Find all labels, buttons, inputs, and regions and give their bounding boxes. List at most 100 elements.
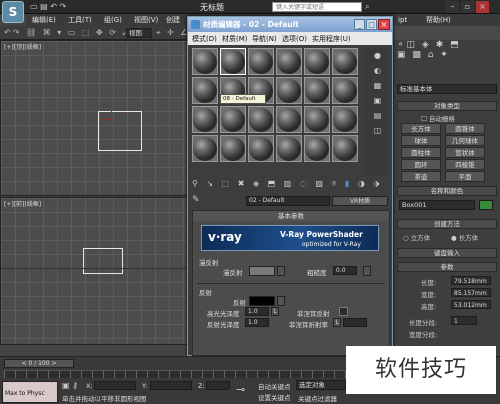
menu-help[interactable]: 帮助(H)	[426, 14, 451, 26]
torus-button[interactable]: 圆环	[401, 159, 441, 170]
viewport-top-label[interactable]: [+][顶][线框]	[4, 42, 41, 51]
close-icon[interactable]: ×	[476, 1, 489, 13]
search-icon[interactable]: ⌕	[365, 2, 369, 12]
object-color-swatch[interactable]	[479, 200, 493, 210]
creation-icons[interactable]: ⚬◫ ◈ ✱ ⬒ ▣ ▩ ⌂ ✦	[397, 40, 497, 62]
background-icon[interactable]: ▦	[372, 80, 383, 91]
material-sample-slot[interactable]	[332, 106, 358, 133]
minimize-icon[interactable]: –	[446, 1, 459, 13]
height-field[interactable]: 53.012mm	[451, 300, 491, 309]
x-coord-field[interactable]	[94, 381, 136, 390]
object-name-input[interactable]: Box001	[399, 200, 475, 210]
me-menu-options[interactable]: 选项(O)	[282, 34, 307, 44]
material-sample-slot[interactable]	[332, 48, 358, 75]
diffuse-color-swatch[interactable]	[249, 266, 275, 276]
sphere-button[interactable]: 球体	[401, 135, 441, 146]
material-sample-slot[interactable]	[220, 48, 246, 75]
track-bar[interactable]	[4, 370, 392, 378]
viewport-front[interactable]	[0, 197, 192, 345]
key-icon[interactable]: ⊸	[236, 383, 245, 396]
selection-lock-icon[interactable]: ▣ ⚷	[62, 381, 78, 390]
material-sample-slot[interactable]	[304, 106, 330, 133]
sample-type-icon[interactable]: ●	[372, 50, 383, 61]
fresnel-checkbox[interactable]	[339, 307, 348, 316]
roughness-field[interactable]: 0.0	[333, 266, 357, 275]
material-sample-slot[interactable]	[192, 77, 218, 104]
material-sample-slot[interactable]	[276, 77, 302, 104]
menu-create[interactable]: 创建	[166, 14, 180, 26]
material-sample-slot[interactable]	[276, 106, 302, 133]
material-sample-slot[interactable]	[192, 106, 218, 133]
menu-tools[interactable]: 工具(T)	[68, 14, 92, 26]
menu-group[interactable]: 组(G)	[104, 14, 122, 26]
fresnel-ior-field[interactable]	[343, 318, 367, 327]
viewport-top[interactable]	[0, 40, 192, 196]
highlight-lock-button[interactable]: L	[271, 307, 279, 316]
geosphere-button[interactable]: 几何球体	[445, 135, 485, 146]
menu-edit[interactable]: 编辑(E)	[32, 14, 56, 26]
teapot-button[interactable]: 茶壶	[401, 171, 441, 182]
material-sample-slot[interactable]	[248, 106, 274, 133]
width-field[interactable]: 85.157mm	[451, 288, 491, 297]
reflect-gloss-field[interactable]: 1.0	[245, 318, 269, 327]
material-sample-slot[interactable]	[304, 48, 330, 75]
diffuse-map-button[interactable]	[277, 266, 285, 276]
me-maximize-icon[interactable]: □	[366, 19, 377, 30]
search-input[interactable]: 键入关键字或短语	[272, 2, 362, 12]
video-check-icon[interactable]: ▤	[372, 110, 383, 121]
parameters-rollout[interactable]: 参数	[397, 262, 497, 272]
maxscript-listener[interactable]: Max to Physc	[2, 381, 58, 403]
quick-access-icons[interactable]: ▭ ▤ ↶ ↷	[30, 2, 66, 11]
time-slider[interactable]: < 0 / 100 >	[4, 359, 74, 368]
box-radio[interactable]: ● 长方体	[451, 232, 478, 242]
material-sample-slot[interactable]	[332, 135, 358, 162]
autogrid-checkbox[interactable]: ☐ 自动栅格	[421, 113, 481, 123]
category-dropdown[interactable]: 标准基本体	[397, 84, 497, 94]
rollout-header[interactable]: 基本参数	[193, 211, 389, 221]
tube-button[interactable]: 管状体	[445, 147, 485, 158]
roughness-map-button[interactable]	[363, 266, 371, 276]
material-editor-window[interactable]: 材质编辑器 - 02 - Default _ □ × 模式(D) 材质(M) 导…	[187, 16, 393, 356]
uv-tiling-icon[interactable]: ▣	[372, 95, 383, 106]
material-type-button[interactable]: VR材质	[332, 196, 388, 206]
viewport-front-label[interactable]: [+][前][线框]	[4, 199, 41, 208]
plane-button[interactable]: 平面	[445, 171, 485, 182]
length-segs-field[interactable]: 1	[451, 316, 477, 325]
app-logo-icon[interactable]: S	[2, 1, 24, 23]
me-menu-mode[interactable]: 模式(D)	[192, 34, 217, 44]
material-sample-slot[interactable]	[248, 135, 274, 162]
material-sample-slot[interactable]	[276, 135, 302, 162]
material-sample-slot[interactable]	[332, 77, 358, 104]
material-sample-slot[interactable]	[304, 135, 330, 162]
cube-radio[interactable]: ○ 立方体	[403, 232, 430, 242]
material-name-field[interactable]: 02 - Default	[246, 196, 330, 206]
material-sample-slot[interactable]	[276, 48, 302, 75]
keyboard-entry-rollout[interactable]: 键盘输入	[397, 248, 497, 258]
reflect-color-swatch[interactable]	[249, 296, 275, 306]
pyramid-button[interactable]: 四棱锥	[445, 159, 485, 170]
me-menu-utilities[interactable]: 实用程序(U)	[312, 34, 351, 44]
cylinder-button[interactable]: 圆柱体	[401, 147, 441, 158]
toolbar-icons-mid[interactable]: ⌖ ✛ ∠	[156, 28, 189, 38]
material-sample-slot[interactable]	[248, 48, 274, 75]
material-sample-slot[interactable]	[220, 106, 246, 133]
me-close-icon[interactable]: ×	[378, 19, 390, 30]
length-field[interactable]: 79.518mm	[451, 276, 491, 285]
box-object-front[interactable]	[83, 248, 123, 274]
me-minimize-icon[interactable]: _	[354, 19, 365, 30]
key-mode-dropdown[interactable]: 选定对象	[296, 380, 346, 390]
view-dropdown[interactable]: 视图	[126, 28, 152, 38]
z-coord-field[interactable]	[206, 381, 230, 390]
autokey-button[interactable]: 自动关键点	[258, 381, 291, 391]
object-type-rollout[interactable]: 对象类型	[397, 101, 497, 111]
cone-button[interactable]: 圆锥体	[445, 123, 485, 134]
name-color-rollout[interactable]: 名称和颜色	[397, 186, 497, 196]
me-horizontal-toolbar[interactable]: ⚲ ↘ ⬚ ✖ ◈ ⬒ ▥ ◌ ▨ ⌾ ▮ ◑ ⬗	[192, 179, 390, 193]
backlight-icon[interactable]: ◐	[372, 65, 383, 76]
maximize-icon[interactable]: ▫	[461, 1, 474, 13]
make-preview-icon[interactable]: ◫	[372, 125, 383, 136]
box-object-top[interactable]	[98, 111, 142, 151]
key-filters-button[interactable]: 关键点过滤器	[298, 393, 337, 403]
menu-script[interactable]: ipt	[398, 14, 407, 26]
y-coord-field[interactable]	[150, 381, 192, 390]
